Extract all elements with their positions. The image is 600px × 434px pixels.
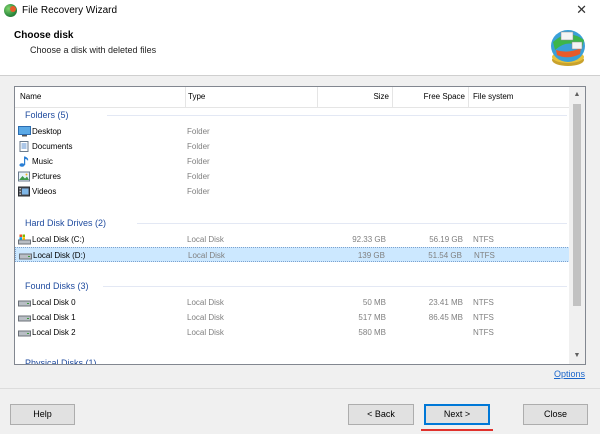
column-name[interactable]: Name (15, 87, 186, 107)
column-type[interactable]: Type (186, 87, 318, 107)
title-bar: File Recovery Wizard ✕ (0, 0, 600, 22)
system-drive-icon (18, 234, 31, 245)
group-divider (107, 115, 567, 116)
desktop-icon (18, 126, 31, 137)
footer-divider (0, 388, 600, 389)
app-icon (4, 4, 17, 17)
list-item[interactable]: Desktop Folder (15, 124, 570, 139)
column-size[interactable]: Size (318, 87, 393, 107)
help-button[interactable]: Help (10, 404, 75, 425)
music-icon (19, 156, 29, 167)
column-header: Name Type Size Free Space File system (15, 87, 570, 108)
pictures-icon (18, 171, 30, 182)
group-found-disks: Found Disks (3) (25, 281, 89, 291)
videos-icon (18, 186, 30, 197)
column-file-system[interactable]: File system (469, 87, 569, 107)
drive-icon (19, 253, 32, 260)
group-folders: Folders (5) (25, 110, 69, 120)
recovery-logo-icon (551, 30, 585, 66)
list-item[interactable]: Pictures Folder (15, 169, 570, 184)
next-highlight-underline (421, 429, 493, 431)
list-item[interactable]: Local Disk 0 Local Disk 50 MB 23.41 MB N… (15, 295, 570, 310)
drive-icon (18, 315, 31, 322)
page-subtitle: Choose a disk with deleted files (30, 45, 157, 55)
group-divider (137, 223, 567, 224)
window-title: File Recovery Wizard (22, 5, 118, 16)
wizard-header: Choose disk Choose a disk with deleted f… (0, 22, 600, 68)
back-button[interactable]: < Back (348, 404, 414, 425)
vertical-scrollbar[interactable]: ▲ ▼ (569, 87, 585, 364)
drive-icon (18, 300, 31, 307)
options-link[interactable]: Options (554, 369, 585, 379)
scrollbar-thumb[interactable] (573, 104, 581, 306)
scroll-down-icon[interactable]: ▼ (569, 348, 585, 364)
list-item[interactable]: Local Disk (C:) Local Disk 92.33 GB 56.1… (15, 232, 570, 247)
list-item[interactable]: Documents Folder (15, 139, 570, 154)
close-button[interactable]: Close (523, 404, 588, 425)
group-divider (103, 286, 567, 287)
list-item[interactable]: Local Disk 1 Local Disk 517 MB 86.45 MB … (15, 310, 570, 325)
list-item[interactable]: Videos Folder (15, 184, 570, 199)
group-hard-disks: Hard Disk Drives (2) (25, 218, 107, 228)
scroll-up-icon[interactable]: ▲ (569, 87, 585, 103)
page-title: Choose disk (14, 30, 74, 41)
disk-list[interactable]: Name Type Size Free Space File system Fo… (14, 86, 586, 365)
list-item[interactable]: Music Folder (15, 154, 570, 169)
next-button[interactable]: Next > (424, 404, 490, 425)
list-item[interactable]: Local Disk 2 Local Disk 580 MB NTFS (15, 325, 570, 340)
group-physical-disks: Physical Disks (1) (25, 358, 97, 365)
close-window-button[interactable]: ✕ (576, 2, 587, 18)
column-free-space[interactable]: Free Space (393, 87, 469, 107)
drive-icon (18, 330, 31, 337)
list-item-selected[interactable]: Local Disk (D:) Local Disk 139 GB 51.54 … (15, 247, 570, 262)
documents-icon (19, 141, 29, 152)
